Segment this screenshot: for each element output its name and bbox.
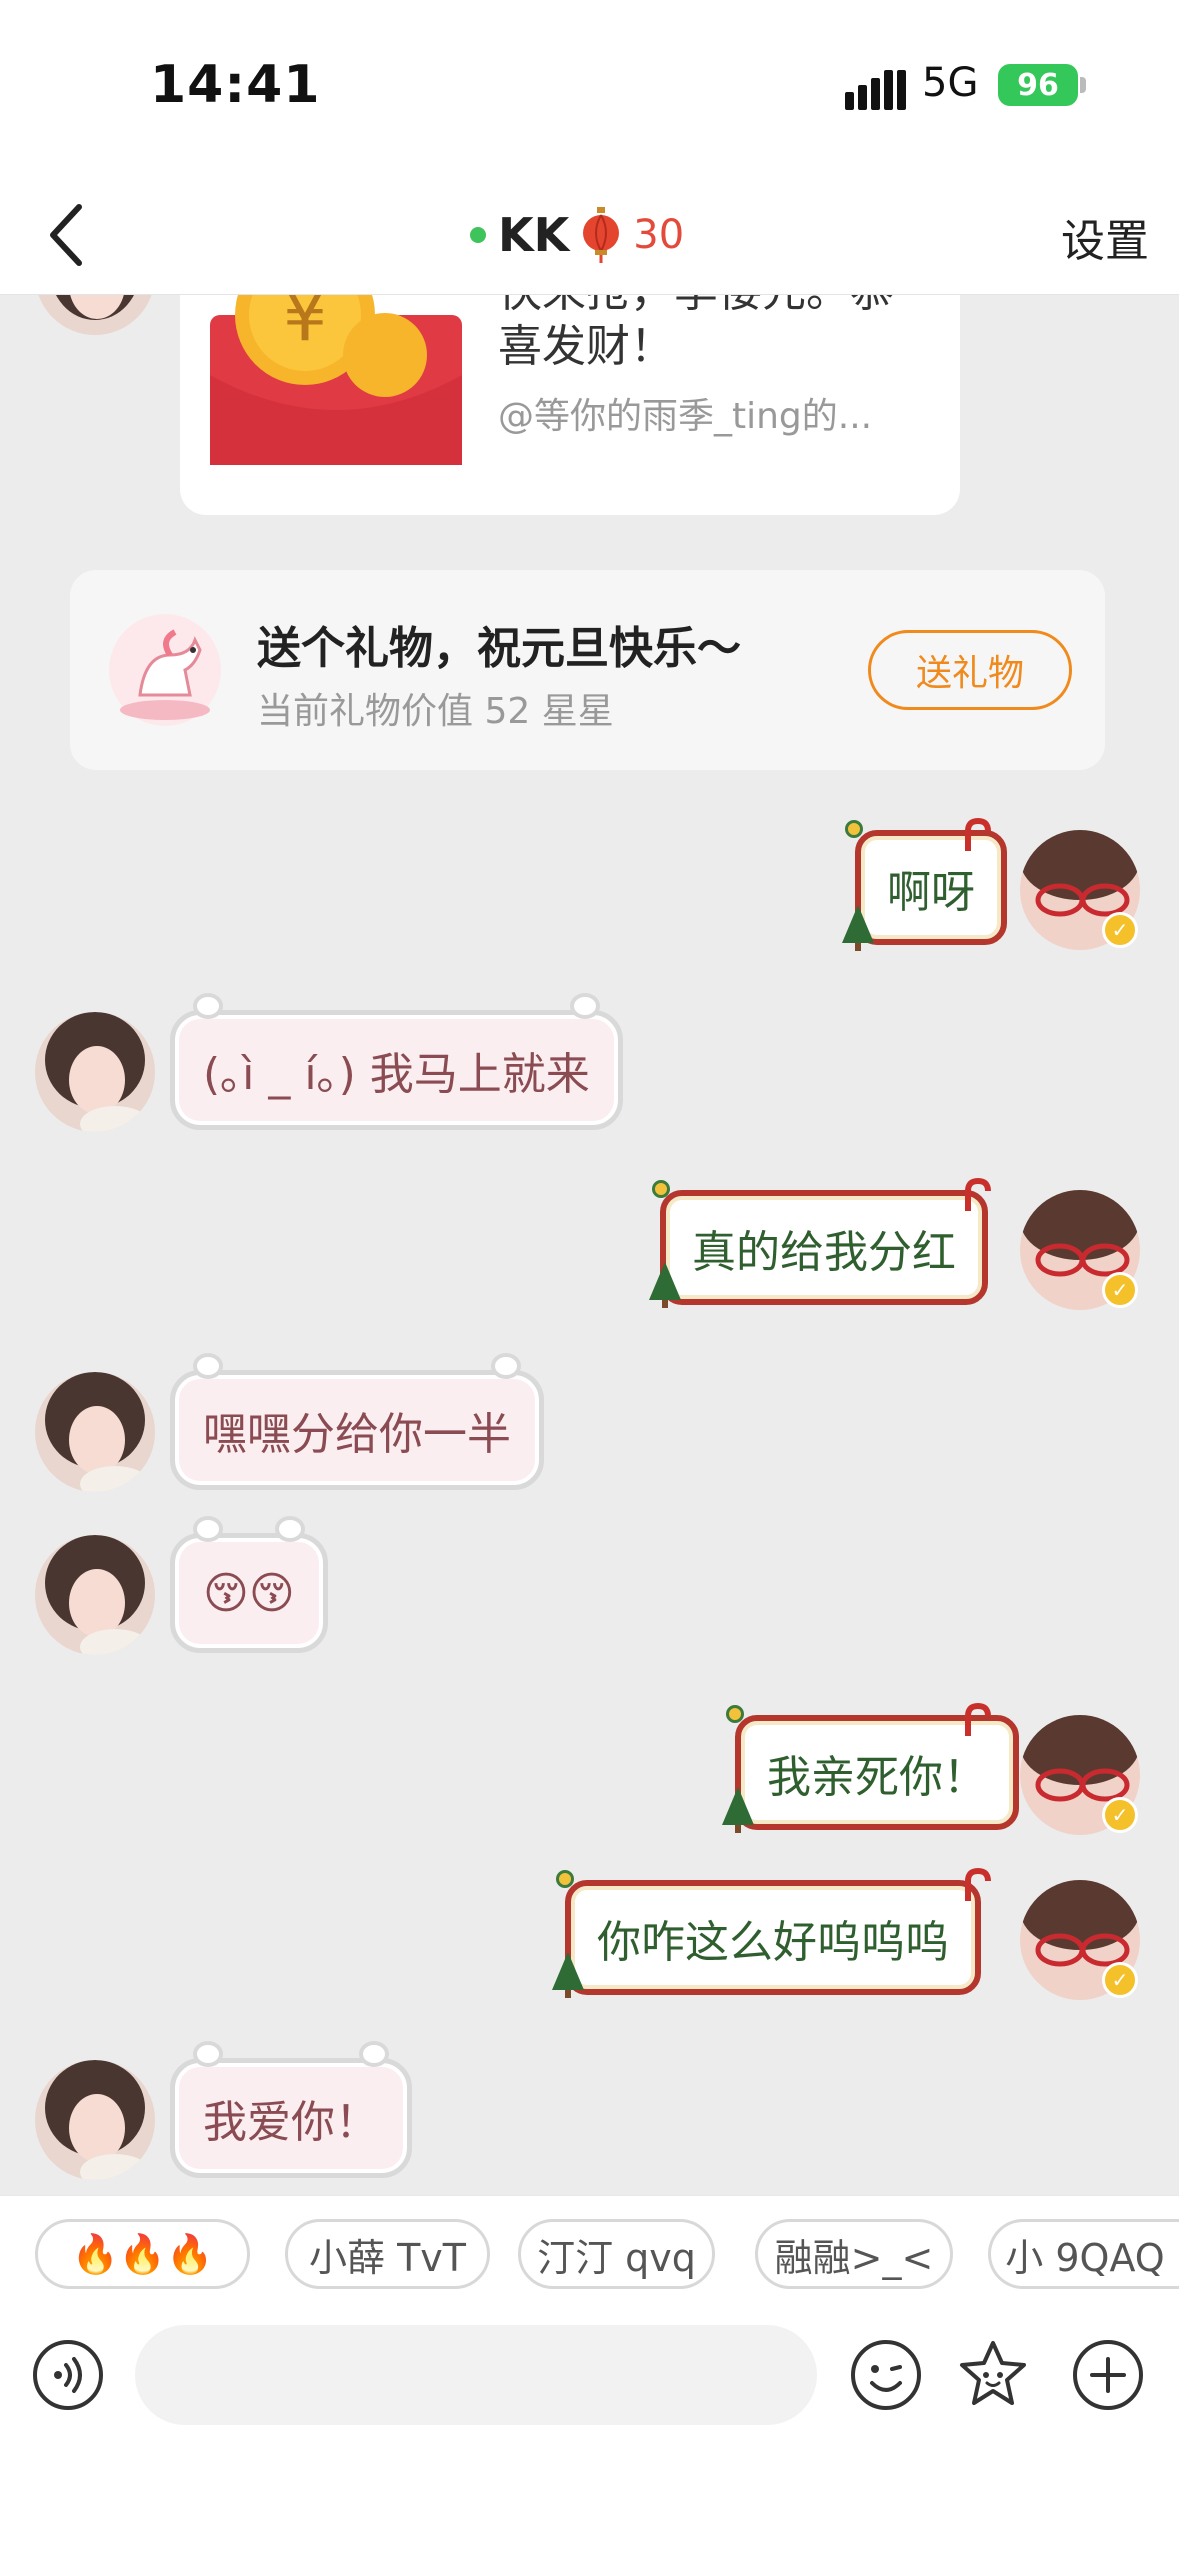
message-input[interactable] xyxy=(135,2325,817,2425)
chat-title: KK xyxy=(498,208,570,262)
christmas-tree-icon xyxy=(842,905,874,951)
avatar-her[interactable] xyxy=(35,1535,155,1655)
message-text: 😚😚 xyxy=(203,1567,295,1619)
avatar-her[interactable] xyxy=(35,1372,155,1492)
voice-icon[interactable] xyxy=(30,2337,106,2413)
signal-icon xyxy=(845,70,906,110)
bubble-ear xyxy=(491,1353,521,1379)
online-status-dot xyxy=(470,227,486,243)
christmas-tree-icon xyxy=(552,1952,584,1998)
input-bar xyxy=(0,2325,1179,2556)
bubble-ear xyxy=(359,2041,389,2067)
bubble-ear xyxy=(569,993,600,1019)
bubble-ear xyxy=(193,993,223,1019)
gift-card: 送个礼物，祝元旦快乐～ 当前礼物价值 52 星星 送礼物 xyxy=(70,570,1105,770)
message-text: 嘿嘿分给你一半 xyxy=(203,1409,511,1460)
lantern-icon xyxy=(583,207,620,263)
red-packet-sender: @等你的雨季_ting的... xyxy=(498,396,873,437)
message-list[interactable]: ¥ 快来抢，李倭元。恭 喜发财！ @等你的雨季_ting的... 送个礼物，祝元… xyxy=(0,295,1179,2195)
battery-tip xyxy=(1080,77,1086,93)
bubble-ear xyxy=(193,1516,223,1542)
red-packet-card[interactable]: ¥ 快来抢，李倭元。恭 喜发财！ @等你的雨季_ting的... xyxy=(180,295,960,515)
candy-cane-icon xyxy=(965,1702,991,1736)
avatar-her[interactable] xyxy=(35,295,155,335)
chat-header: KK 30 设置 xyxy=(0,175,1179,295)
status-bar: 14:41 5G 96 xyxy=(0,0,1179,175)
christmas-tree-icon xyxy=(649,1262,681,1308)
emoji-icon[interactable] xyxy=(848,2337,924,2413)
avatar-her[interactable] xyxy=(35,1012,155,1132)
back-button[interactable] xyxy=(30,195,100,275)
message-bubble-her[interactable]: 嘿嘿分给你一半 xyxy=(170,1353,544,1490)
verified-badge-icon: ✓ xyxy=(1102,912,1138,948)
red-packet-icon: ¥ xyxy=(210,295,462,465)
quick-reply-bar[interactable]: 🔥🔥🔥 小薛 TvT 汀汀 qvq 融融>_< 小 9QAQ xyxy=(0,2195,1179,2325)
quick-reply-chip[interactable]: 小 9QAQ xyxy=(988,2219,1179,2289)
message-bubble-her[interactable]: (｡ì _ í｡) 我马上就来 xyxy=(170,993,623,1130)
gift-subtitle: 当前礼物价值 52 星星 xyxy=(257,691,614,732)
candy-cane-icon xyxy=(965,1177,991,1211)
plus-icon[interactable] xyxy=(1070,2337,1146,2413)
message-text: (｡ì _ í｡) 我马上就来 xyxy=(203,1049,590,1100)
send-gift-button[interactable]: 送礼物 xyxy=(868,630,1072,710)
message-bubble-her[interactable]: 😚😚 xyxy=(170,1516,328,1653)
quick-reply-chip[interactable]: 小薛 TvT xyxy=(285,2219,490,2289)
message-text: 我爱你！ xyxy=(203,2097,379,2148)
candy-cane-icon xyxy=(965,1867,991,1901)
sticker-icon[interactable] xyxy=(955,2337,1031,2413)
battery-icon: 96 xyxy=(998,64,1078,106)
carousel-horse-gift-icon xyxy=(109,614,221,726)
quick-reply-chip[interactable]: 🔥🔥🔥 xyxy=(35,2219,250,2289)
light-bulb-icon xyxy=(726,1705,744,1723)
verified-badge-icon: ✓ xyxy=(1102,1272,1138,1308)
bubble-ear xyxy=(274,1516,305,1542)
quick-reply-chip[interactable]: 汀汀 qvq xyxy=(518,2219,715,2289)
verified-badge-icon: ✓ xyxy=(1102,1797,1138,1833)
bubble-ear xyxy=(193,2041,223,2067)
svg-text:¥: ¥ xyxy=(283,295,328,357)
verified-badge-icon: ✓ xyxy=(1102,1962,1138,1998)
message-bubble-me[interactable]: 真的给我分红 xyxy=(660,1190,988,1305)
light-bulb-icon xyxy=(652,1180,670,1198)
quick-reply-chip[interactable]: 融融>_< xyxy=(755,2219,953,2289)
red-packet-text-line2: 喜发财！ xyxy=(498,321,674,372)
settings-button[interactable]: 设置 xyxy=(1061,205,1149,269)
message-bubble-me[interactable]: 你咋这么好呜呜呜 xyxy=(565,1880,981,1995)
intimacy-score: 30 xyxy=(633,212,685,258)
status-time: 14:41 xyxy=(150,55,321,115)
battery-level: 96 xyxy=(1017,67,1059,103)
avatar-her[interactable] xyxy=(35,2060,155,2180)
message-bubble-her[interactable]: 我爱你！ xyxy=(170,2041,412,2178)
bubble-ear xyxy=(193,1353,223,1379)
light-bulb-icon xyxy=(556,1870,574,1888)
chevron-left-icon xyxy=(50,204,82,266)
chat-title-group[interactable]: KK 30 xyxy=(470,195,684,275)
christmas-tree-icon xyxy=(722,1787,754,1833)
light-bulb-icon xyxy=(845,820,863,838)
candy-cane-icon xyxy=(965,817,991,851)
gift-title: 送个礼物，祝元旦快乐～ xyxy=(257,623,741,674)
network-label: 5G xyxy=(922,60,979,106)
